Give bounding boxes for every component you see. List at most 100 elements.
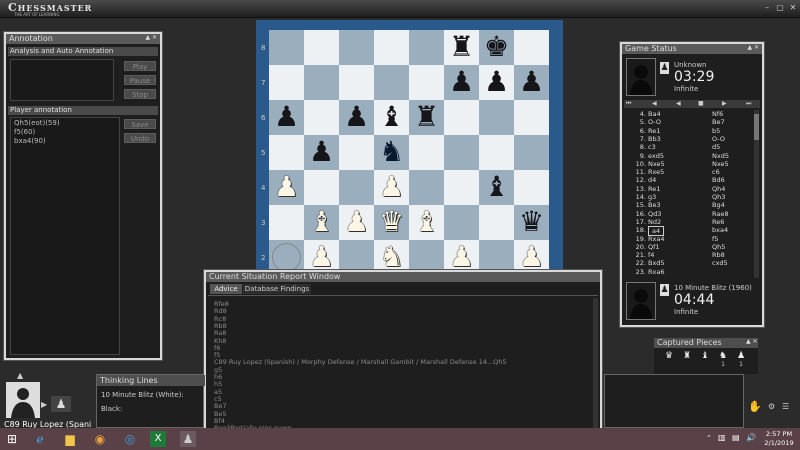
board-square[interactable] <box>374 30 409 65</box>
board-square[interactable] <box>514 30 549 65</box>
white-move[interactable]: Qf1 <box>648 243 660 251</box>
board-square[interactable] <box>304 65 339 100</box>
chessmaster-taskbar-icon[interactable]: ♟ <box>180 431 196 447</box>
board-square[interactable] <box>339 65 374 100</box>
board-square[interactable] <box>269 135 304 170</box>
black-move[interactable]: cxd5 <box>712 259 728 267</box>
undo-button[interactable]: Undo <box>124 133 156 143</box>
move-row[interactable]: 6. Re1 b5 <box>624 127 752 135</box>
move-row[interactable]: 18. a4 bxa4 <box>624 226 752 237</box>
chess-piece[interactable]: ♜ <box>444 30 479 65</box>
board-square[interactable] <box>409 135 444 170</box>
annotation-entry[interactable]: bxa4(90) <box>14 137 46 146</box>
move-row[interactable]: 23. Rxa6 <box>624 268 752 276</box>
black-move[interactable]: b5 <box>712 127 720 135</box>
board-square[interactable] <box>374 65 409 100</box>
chess-piece[interactable]: ♟ <box>339 100 374 135</box>
board-square[interactable] <box>409 30 444 65</box>
white-move[interactable]: Rxe5 <box>648 168 664 176</box>
minimize-button[interactable]: – <box>763 3 771 13</box>
board-square[interactable] <box>444 205 479 240</box>
analysis-textbox[interactable] <box>10 59 114 101</box>
chess-piece[interactable]: ♛ <box>374 205 409 240</box>
board-square[interactable] <box>304 170 339 205</box>
tool-icon[interactable]: ☰ <box>782 402 789 411</box>
white-move[interactable]: Rxa4 <box>648 235 664 243</box>
move-row[interactable]: 19. Rxa4 f5 <box>624 235 752 243</box>
chess-piece[interactable]: ♟ <box>269 100 304 135</box>
black-move[interactable]: Be7 <box>712 118 725 126</box>
prev-move-icon[interactable]: ◀ <box>652 100 657 107</box>
black-move[interactable]: f5 <box>712 235 718 243</box>
black-move[interactable]: Bg4 <box>712 201 725 209</box>
board-square[interactable] <box>269 30 304 65</box>
black-move[interactable]: Rb8 <box>712 251 725 259</box>
board-square[interactable] <box>339 135 374 170</box>
tray-app-icon[interactable]: ▥ <box>718 433 726 442</box>
excel-icon[interactable]: X <box>150 431 166 447</box>
black-move[interactable]: bxa4 <box>712 226 728 234</box>
black-move[interactable]: O-O <box>712 135 725 143</box>
black-move[interactable]: Nxe5 <box>712 160 729 168</box>
move-row[interactable]: 15. Be3 Bg4 <box>624 201 752 209</box>
black-move[interactable]: Re6 <box>712 218 724 226</box>
save-button[interactable]: Save <box>124 119 156 129</box>
white-move[interactable]: Bxd5 <box>648 259 665 267</box>
white-move[interactable]: exd5 <box>648 152 664 160</box>
board-square[interactable] <box>444 100 479 135</box>
white-move[interactable]: Re1 <box>648 127 660 135</box>
play-arrow-icon[interactable]: ▶ <box>41 400 47 409</box>
chess-piece[interactable]: ♝ <box>479 170 514 205</box>
move-row[interactable]: 16. Qd3 Rae8 <box>624 210 752 218</box>
collapse-arrow-icon[interactable]: ▲ <box>17 371 23 380</box>
close-button[interactable]: ✕ <box>789 3 797 13</box>
last-move-icon[interactable]: ⏭ <box>746 100 751 108</box>
pause-button[interactable]: Pause <box>124 75 156 85</box>
white-move[interactable]: Bb3 <box>648 135 661 143</box>
clock-date[interactable]: 2/1/2019 <box>762 439 796 447</box>
move-row[interactable]: 11. Rxe5 c6 <box>624 168 752 176</box>
board-square[interactable] <box>304 100 339 135</box>
advice-scrollbar[interactable] <box>593 298 598 428</box>
move-list-scrollbar[interactable] <box>754 110 759 278</box>
annotation-entry[interactable]: Qh5(eot)(59) <box>14 119 60 128</box>
board-square[interactable] <box>409 65 444 100</box>
black-move[interactable]: Qh4 <box>712 185 725 193</box>
chess-piece[interactable]: ♚ <box>479 30 514 65</box>
advice-list[interactable]: Rfe8 Rd8 Rc8 Rb8 Ra8 Kh8 f6 f5 C89 Ruy Lopez (Sp… <box>208 298 592 432</box>
move-row[interactable]: 9. exd5 Nxd5 <box>624 152 752 160</box>
move-row[interactable]: 14. g3 Qh3 <box>624 193 752 201</box>
move-row[interactable]: 8. c3 d5 <box>624 143 752 151</box>
chess-piece[interactable]: ♝ <box>409 205 444 240</box>
white-move[interactable]: c3 <box>648 143 656 151</box>
chess-piece[interactable]: ♟ <box>514 65 549 100</box>
board-square[interactable] <box>269 205 304 240</box>
stop-button[interactable]: Stop <box>124 89 156 99</box>
chess-piece[interactable]: ♟ <box>269 170 304 205</box>
board-square[interactable] <box>514 170 549 205</box>
play-button[interactable]: Play <box>124 61 156 71</box>
board-square[interactable] <box>479 135 514 170</box>
windows-start-icon[interactable]: ⊞ <box>4 431 20 447</box>
move-row[interactable]: 20. Qf1 Qh5 <box>624 243 752 251</box>
white-move[interactable]: Nxe5 <box>648 160 665 168</box>
black-move[interactable]: Rae8 <box>712 210 729 218</box>
internet-explorer-icon[interactable]: ℯ <box>32 431 48 447</box>
annotation-entry[interactable]: f5(60) <box>14 128 35 137</box>
move-row[interactable]: 21. f4 Rb8 <box>624 251 752 259</box>
white-move[interactable]: Be3 <box>648 201 661 209</box>
board-square[interactable] <box>409 170 444 205</box>
white-move[interactable]: Ba4 <box>648 110 661 118</box>
move-row[interactable]: 4. Ba4 Nf6 <box>624 110 752 118</box>
chess-piece[interactable]: ♝ <box>374 100 409 135</box>
move-list[interactable]: 4. Ba4 Nf6 5. O-O Be7 6. Re1 b5 7. Bb3 O-O 8. c3 d5 9. e… <box>624 110 754 278</box>
volume-icon[interactable]: 🔊 <box>746 433 756 442</box>
player-annotation-list[interactable]: Qh5(eot)(59) f5(60) bxa4(90) <box>10 117 120 355</box>
move-row[interactable]: 12. d4 Bd6 <box>624 176 752 184</box>
chess-piece[interactable]: ♟ <box>444 65 479 100</box>
chess-board[interactable]: ♜ ♚ ♟ ♟ ♟ ♟ ♟ ♝ ♜ ♟ ♞ ♟ ♟ ♝ ♝ ♟ ♛ ♝ ♛ ♟ ♞ ♟ ♟ <box>269 30 551 275</box>
move-row[interactable]: 17. Nd2 Re6 <box>624 218 752 226</box>
hand-icon[interactable]: ✋ <box>748 400 762 413</box>
chess-piece[interactable]: ♟ <box>339 205 374 240</box>
chess-piece[interactable]: ♛ <box>514 205 549 240</box>
